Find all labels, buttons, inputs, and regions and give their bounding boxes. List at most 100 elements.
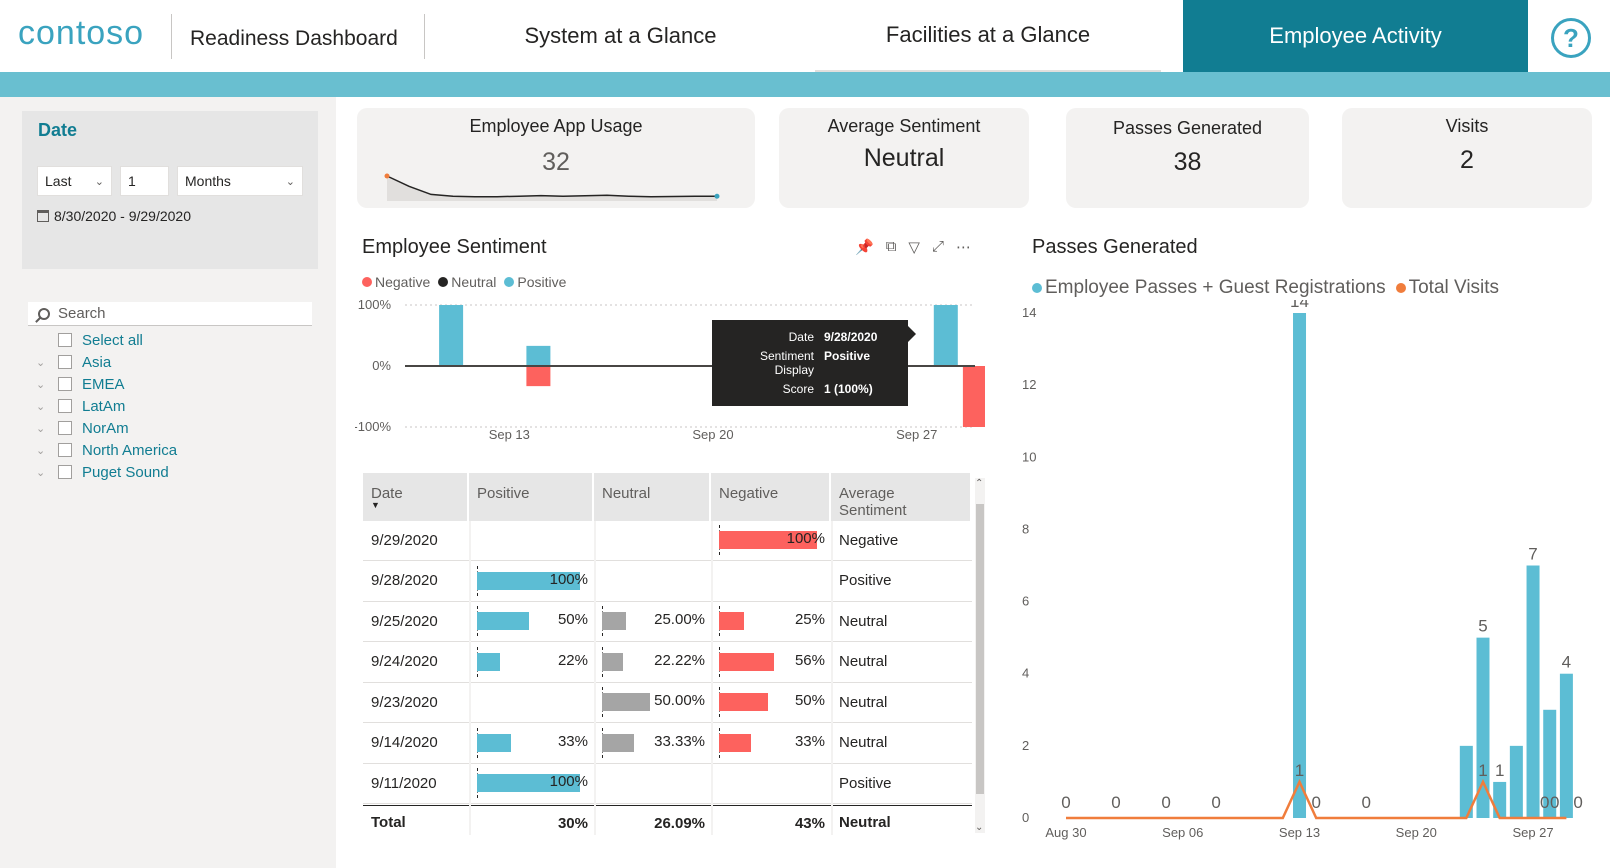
y-axis-tick-label: 2 (1022, 738, 1029, 753)
tooltip-display-value: Positive (824, 349, 871, 363)
tab-system-at-a-glance[interactable]: System at a Glance (444, 0, 797, 72)
chevron-down-icon: ⌄ (94, 175, 104, 188)
legend-item-employee-passes[interactable]: Employee Passes + Guest Registrations (1032, 277, 1386, 299)
region-item-asia[interactable]: ⌄ Asia (36, 352, 111, 372)
cell-date: 9/25/2020 (371, 612, 438, 630)
kpi-passes-generated[interactable]: Passes Generated 38 (1066, 108, 1309, 208)
column-divider (594, 521, 596, 835)
passes-data-label: 0 (1573, 793, 1582, 812)
region-item-emea[interactable]: ⌄ EMEA (36, 374, 125, 394)
y-axis-tick-label: 10 (1022, 449, 1036, 464)
copy-icon[interactable]: ⧉ (886, 238, 897, 256)
tab-facilities-at-a-glance[interactable]: Facilities at a Glance (815, 0, 1161, 72)
passes-data-label: 0 (1211, 793, 1220, 812)
passes-data-label: 1 (1478, 761, 1487, 780)
period-unit-value: Months (185, 173, 231, 189)
legend-item-positive[interactable]: Positive (504, 274, 566, 290)
passes-data-label: 7 (1528, 545, 1537, 564)
column-header-negative[interactable]: Negative (711, 473, 831, 521)
cell-neg-value: 100% (786, 530, 825, 547)
checkbox[interactable] (58, 465, 72, 479)
scroll-down-icon[interactable]: ⌄ (975, 822, 983, 833)
cell-average-sentiment: Neutral (839, 653, 888, 670)
table-scrollbar[interactable]: ⌃ ⌄ (975, 478, 985, 833)
date-range: 8/30/2020 - 9/29/2020 (37, 208, 191, 224)
scrollbar-thumb[interactable] (976, 504, 984, 794)
checkbox[interactable] (58, 421, 72, 435)
filter-icon[interactable]: ▽ (908, 238, 920, 256)
visual-header-toolbar: 📌 ⧉ ▽ ⤢ ⋯ (855, 238, 971, 256)
column-header-positive[interactable]: Positive (469, 473, 594, 521)
chevron-down-icon[interactable]: ⌄ (36, 444, 58, 457)
period-count-input[interactable]: 1 (120, 166, 169, 196)
sparkline-start-marker (384, 173, 390, 179)
total-negative: 43% (794, 814, 825, 832)
tooltip-date-value: 9/28/2020 (824, 330, 878, 344)
region-label: NorAm (82, 419, 129, 437)
tab-employee-activity[interactable]: Employee Activity (1183, 0, 1528, 72)
chevron-down-icon[interactable]: ⌄ (36, 466, 58, 479)
chevron-down-icon[interactable]: ⌄ (36, 356, 58, 369)
cell-average-sentiment: Positive (839, 774, 892, 792)
period-unit-dropdown[interactable]: Months ⌄ (177, 166, 303, 196)
region-item-select-all[interactable]: Select all (36, 330, 143, 350)
column-header-neutral[interactable]: Neutral (594, 473, 711, 521)
focus-mode-icon[interactable]: ⤢ (932, 238, 944, 256)
legend-item-negative[interactable]: Negative (362, 274, 430, 290)
passes-data-label: 0 (1540, 793, 1549, 812)
tooltip-display-label: Sentiment Display (759, 349, 814, 377)
chevron-down-icon[interactable]: ⌄ (36, 422, 58, 435)
passes-bar (1293, 313, 1307, 818)
x-axis-tick-label: Sep 20 (1396, 825, 1437, 840)
region-label: Select all (82, 331, 143, 349)
region-item-latam[interactable]: ⌄ LatAm (36, 396, 125, 416)
sentiment-bar-positive (526, 345, 551, 366)
total-average-sentiment: Neutral (839, 814, 891, 831)
passes-data-label: 0 (1111, 793, 1120, 812)
passes-data-label: 4 (1562, 653, 1571, 672)
kpi-visits[interactable]: Visits 2 (1342, 108, 1592, 208)
legend-item-total-visits[interactable]: Total Visits (1395, 277, 1499, 299)
kpi-value: 38 (1173, 148, 1202, 176)
cell-date: 9/24/2020 (371, 653, 438, 670)
region-item-north-america[interactable]: ⌄ North America (36, 440, 177, 460)
cell-neg-value: 25% (794, 611, 825, 628)
sentiment-chart-title: Employee Sentiment (362, 236, 547, 258)
help-icon[interactable]: ? (1551, 18, 1591, 58)
tooltip-score-value: 1 (100%) (824, 382, 873, 396)
x-axis-tick-label: Sep 27 (896, 427, 937, 442)
chevron-down-icon: ⌄ (285, 175, 295, 188)
checkbox[interactable] (58, 333, 72, 347)
checkbox[interactable] (58, 377, 72, 391)
kpi-employee-app-usage[interactable]: Employee App Usage 32 (357, 108, 755, 208)
kpi-title: Visits (1445, 116, 1489, 136)
region-item-noram[interactable]: ⌄ NorAm (36, 418, 129, 438)
cell-neg-value: 56% (794, 651, 825, 669)
data-bar-neu (602, 652, 624, 671)
checkbox[interactable] (58, 355, 72, 369)
region-item-puget-sound[interactable]: ⌄ Puget Sound (36, 462, 169, 482)
period-relation-dropdown[interactable]: Last ⌄ (37, 166, 112, 196)
y-axis-tick-label: 8 (1022, 521, 1029, 536)
scroll-up-icon[interactable]: ⌃ (975, 478, 983, 489)
more-options-icon[interactable]: ⋯ (956, 238, 971, 256)
date-range-text: 8/30/2020 - 9/29/2020 (54, 208, 192, 224)
pin-icon[interactable]: 📌 (855, 238, 874, 256)
checkbox[interactable] (58, 399, 72, 413)
chevron-down-icon[interactable]: ⌄ (36, 400, 58, 413)
region-search-input[interactable]: Search (28, 302, 312, 326)
column-header-date[interactable]: Date ▼ (363, 473, 469, 521)
legend-item-neutral[interactable]: Neutral (438, 274, 496, 290)
cell-average-sentiment: Neutral (839, 734, 888, 751)
chevron-down-icon[interactable]: ⌄ (36, 378, 58, 391)
header-divider (171, 14, 172, 59)
cell-date: 9/23/2020 (371, 693, 438, 711)
kpi-average-sentiment[interactable]: Average Sentiment Neutral (779, 108, 1029, 208)
cell-neg-value: 50% (794, 692, 825, 709)
column-header-average-sentiment[interactable]: Average Sentiment (831, 473, 972, 521)
checkbox[interactable] (58, 443, 72, 457)
total-divider (363, 804, 972, 806)
passes-bar (1559, 673, 1573, 818)
sentiment-bar-negative (526, 366, 551, 387)
kpi-value: Neutral (863, 144, 945, 172)
